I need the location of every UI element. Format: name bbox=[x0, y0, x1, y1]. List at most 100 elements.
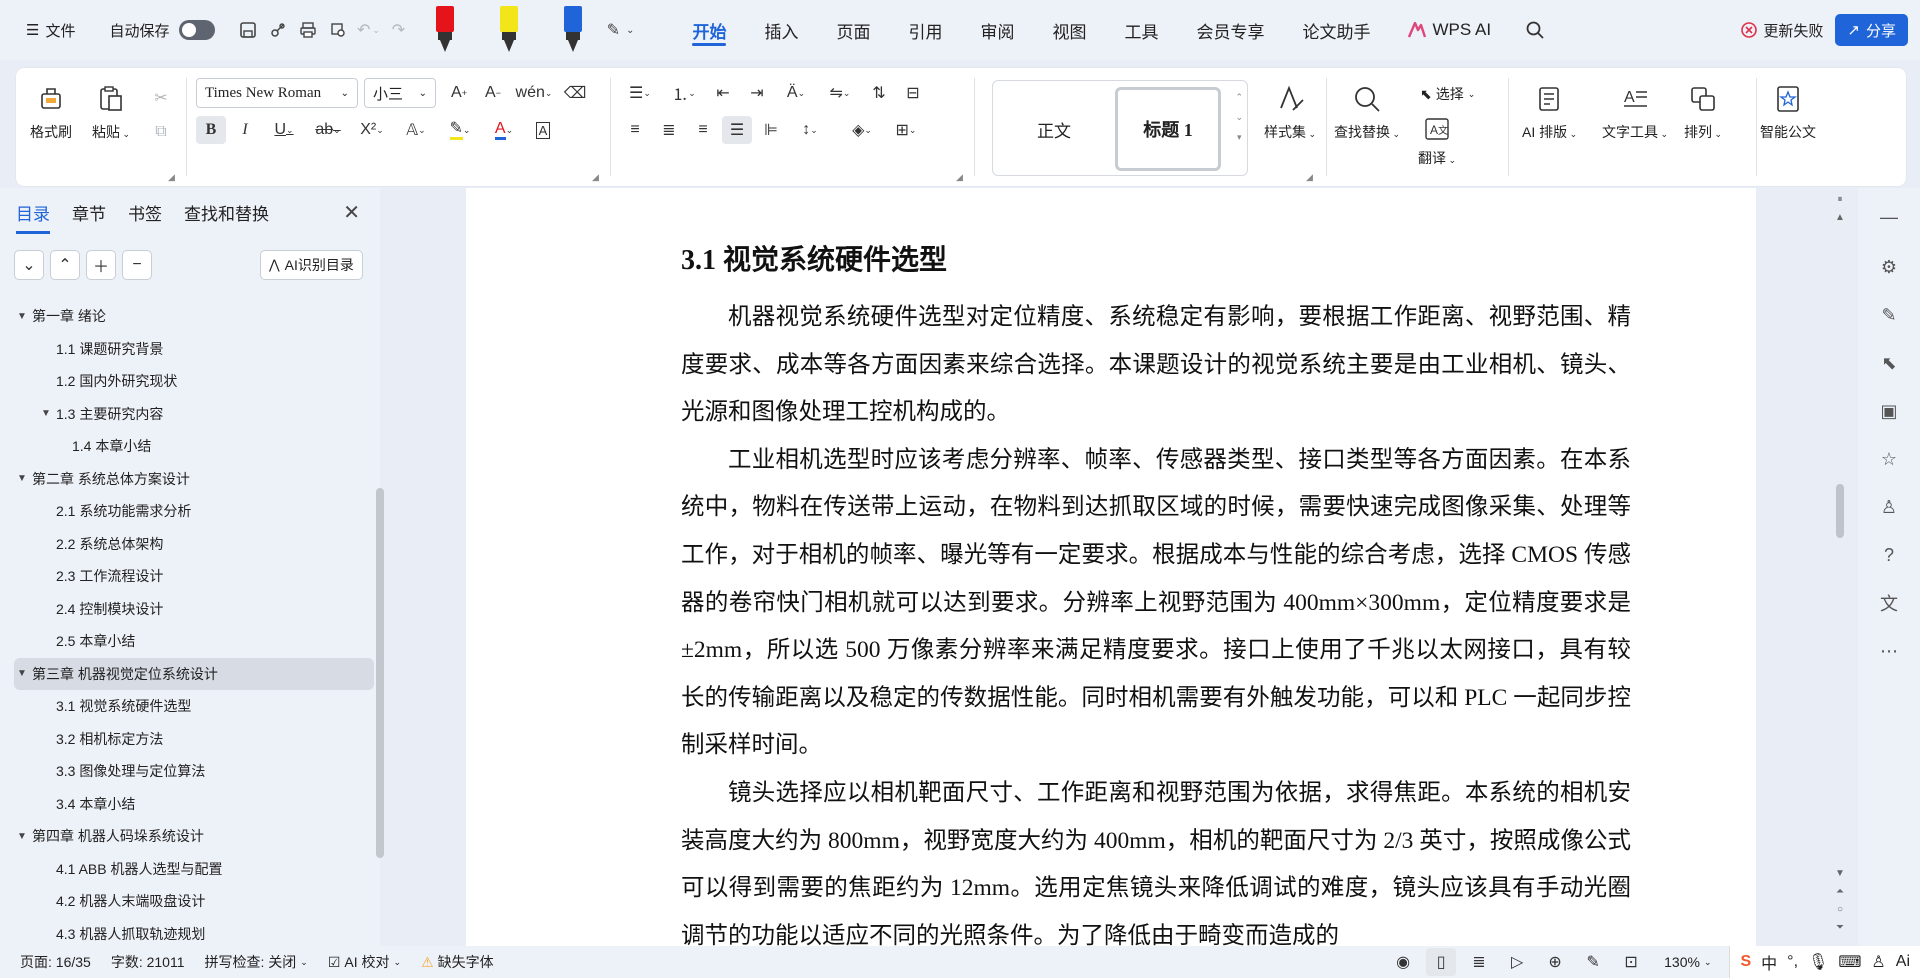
clear-format-icon[interactable]: ⌫ bbox=[560, 79, 590, 107]
tab-tools[interactable]: 工具 bbox=[1105, 0, 1177, 60]
yellow-pen-icon[interactable] bbox=[489, 6, 529, 54]
line-spacing-icon[interactable]: ↕ ⌄ bbox=[790, 116, 830, 144]
align-left-icon[interactable]: ≡ bbox=[620, 116, 650, 144]
redo-icon[interactable]: ↷ bbox=[383, 15, 413, 45]
font-size-select[interactable]: 小三 ⌄ bbox=[364, 78, 436, 108]
add-heading-icon[interactable]: ＋ bbox=[86, 250, 116, 280]
text-effect-icon[interactable]: 𝔸 ⌄ bbox=[396, 116, 436, 144]
print-icon[interactable] bbox=[293, 15, 323, 45]
caret-down-icon[interactable]: ▼ bbox=[14, 311, 30, 322]
autosave-switch[interactable] bbox=[179, 20, 216, 40]
char-border-icon[interactable]: A bbox=[528, 116, 558, 144]
italic-button[interactable]: I bbox=[230, 116, 260, 144]
next-page-icon[interactable]: ⏷ bbox=[1834, 922, 1846, 933]
style-gallery-scroll[interactable]: ⌃ ⌄ ▾ bbox=[1235, 87, 1243, 147]
numbered-list-icon[interactable]: ⒈ ⌄ bbox=[664, 79, 704, 107]
styles-dialog-icon[interactable]: ◢ bbox=[1306, 172, 1314, 182]
caret-down-icon[interactable]: ▼ bbox=[14, 473, 30, 484]
tab-insert[interactable]: 插入 bbox=[745, 0, 817, 60]
tab-sections[interactable]: 章节 bbox=[72, 200, 106, 234]
text-direction-icon[interactable]: ⇋ ⌄ bbox=[820, 79, 860, 107]
punctuation-icon[interactable]: °, bbox=[1787, 953, 1798, 971]
toc-item[interactable]: 2.5 本章小结 bbox=[14, 625, 374, 658]
zoom-select[interactable]: 130% ⌄ bbox=[1654, 954, 1721, 970]
toc-item[interactable]: ▼ 1.3 主要研究内容 bbox=[14, 398, 374, 431]
print-preview-icon[interactable] bbox=[323, 15, 353, 45]
caret-down-icon[interactable]: ▼ bbox=[38, 408, 54, 419]
fit-width-icon[interactable]: ⊡ bbox=[1616, 948, 1646, 976]
scroll-down-icon[interactable]: ▼ bbox=[1834, 868, 1846, 879]
toc-item[interactable]: 3.2 相机标定方法 bbox=[14, 723, 374, 756]
word-count[interactable]: 字数: 21011 bbox=[101, 952, 195, 972]
pen-icon[interactable]: ✎ bbox=[1874, 300, 1904, 330]
chinese-layout-icon[interactable]: Ä ⌄ bbox=[776, 79, 816, 107]
cut-icon[interactable]: ✂ bbox=[146, 84, 176, 112]
align-justify-icon[interactable]: ☰ bbox=[722, 116, 752, 144]
superscript-button[interactable]: X² ⌄ bbox=[352, 116, 392, 144]
clipboard-dialog-icon[interactable]: ◢ bbox=[168, 172, 176, 182]
sort-icon[interactable]: ⇅ bbox=[864, 79, 894, 107]
skin-icon[interactable]: ♙ bbox=[1871, 952, 1885, 972]
borders-icon[interactable]: ⊞ ⌄ bbox=[886, 116, 926, 144]
font-dialog-icon[interactable]: ◢ bbox=[592, 172, 600, 182]
tab-review[interactable]: 审阅 bbox=[961, 0, 1033, 60]
collapse-all-icon[interactable]: ⌃ bbox=[50, 250, 80, 280]
toc-item[interactable]: 1.4 本章小结 bbox=[14, 430, 374, 463]
document-scrollbar[interactable] bbox=[1836, 484, 1844, 538]
eye-protection-icon[interactable]: ◉ bbox=[1388, 948, 1418, 976]
tab-references[interactable]: 引用 bbox=[889, 0, 961, 60]
microphone-icon[interactable]: 🎙 bbox=[1808, 952, 1828, 972]
caret-down-icon[interactable]: ▼ bbox=[14, 668, 30, 679]
tab-find-replace[interactable]: 查找和替换 bbox=[184, 200, 269, 234]
translate-button[interactable]: A文 翻译 ⌄ bbox=[1418, 116, 1456, 168]
toc-item[interactable]: 3.4 本章小结 bbox=[14, 788, 374, 821]
style-heading-1[interactable]: 标题 1 bbox=[1115, 87, 1221, 171]
sogou-logo-icon[interactable]: S bbox=[1740, 953, 1751, 971]
red-pen-icon[interactable] bbox=[425, 6, 465, 54]
search-icon[interactable] bbox=[1520, 15, 1550, 45]
missing-font-warning[interactable]: ⚠ 缺失字体 bbox=[411, 952, 504, 972]
toc-item[interactable]: 1.2 国内外研究现状 bbox=[14, 365, 374, 398]
ai-assistant-icon[interactable]: Ai bbox=[1896, 953, 1910, 971]
share-button[interactable]: ↗ 分享 bbox=[1835, 14, 1908, 46]
tab-home[interactable]: 开始 bbox=[673, 0, 745, 60]
tab-bookmarks[interactable]: 书签 bbox=[128, 200, 162, 234]
caret-down-icon[interactable]: ▼ bbox=[14, 831, 30, 842]
smart-doc-button[interactable]: 智能公文 bbox=[1760, 82, 1816, 142]
ai-toc-button[interactable]: ⋀ AI识别目录 bbox=[260, 250, 363, 280]
star-icon[interactable]: ☆ bbox=[1874, 444, 1904, 474]
translate-side-icon[interactable]: 文 bbox=[1874, 588, 1904, 618]
tab-view[interactable]: 视图 bbox=[1033, 0, 1105, 60]
shirt-icon[interactable]: ♙ bbox=[1874, 492, 1904, 522]
distributed-align-icon[interactable]: ⊫ bbox=[756, 116, 786, 144]
tab-wps-ai[interactable]: WPS AI bbox=[1389, 0, 1510, 60]
spellcheck-status[interactable]: 拼写检查: 关闭 ⌄ bbox=[195, 952, 318, 972]
undo-icon[interactable]: ↶ ⌄ bbox=[353, 15, 383, 45]
page-indicator[interactable]: 页面: 16/35 bbox=[0, 952, 101, 972]
font-name-select[interactable]: Times New Roman ⌄ bbox=[196, 78, 358, 108]
ai-proofread-button[interactable]: ☑ AI 校对 ⌄ bbox=[318, 952, 411, 972]
find-replace-button[interactable]: 查找替换 ⌄ bbox=[1334, 82, 1400, 142]
ai-layout-button[interactable]: AI 排版 ⌄ bbox=[1522, 82, 1577, 142]
toc-item[interactable]: 2.3 工作流程设计 bbox=[14, 560, 374, 593]
export-icon[interactable] bbox=[263, 15, 293, 45]
decrease-indent-icon[interactable]: ⇤ bbox=[708, 79, 738, 107]
toc-item[interactable]: ▼ 第四章 机器人码垛系统设计 bbox=[14, 820, 374, 853]
outline-view-icon[interactable]: ≣ bbox=[1464, 948, 1494, 976]
show-marks-icon[interactable]: ⊟ bbox=[898, 79, 928, 107]
keyboard-icon[interactable]: ⌨ bbox=[1838, 952, 1861, 972]
autosave-toggle[interactable]: 自动保存 bbox=[101, 14, 223, 46]
arrange-button[interactable]: 排列 ⌄ bbox=[1684, 82, 1722, 142]
adjust-icon[interactable]: ⚙ bbox=[1874, 252, 1904, 282]
scroll-up-icon[interactable]: ▲ bbox=[1834, 212, 1846, 223]
underline-button[interactable]: U ⌄ bbox=[264, 116, 304, 144]
bold-button[interactable]: B bbox=[196, 116, 226, 144]
prev-page-icon[interactable]: ⏶ bbox=[1834, 886, 1846, 897]
grow-font-icon[interactable]: A + bbox=[444, 79, 474, 107]
shrink-font-icon[interactable]: A − bbox=[478, 79, 508, 107]
tab-thesis-assistant[interactable]: 论文助手 bbox=[1283, 0, 1389, 60]
select-browse-object-icon[interactable]: ○ bbox=[1834, 904, 1846, 915]
minimize-icon[interactable]: — bbox=[1874, 202, 1904, 232]
strikethrough-button[interactable]: ab ⌄ bbox=[308, 116, 348, 144]
toc-item[interactable]: 2.1 系统功能需求分析 bbox=[14, 495, 374, 528]
